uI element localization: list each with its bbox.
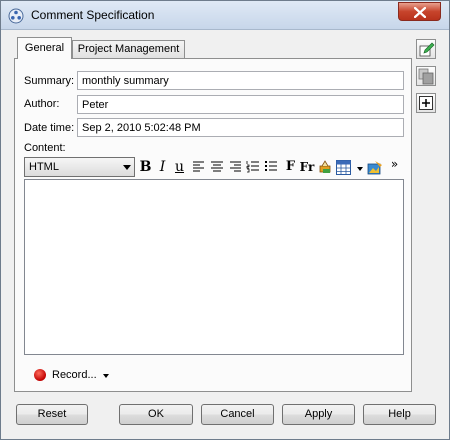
- italic-button[interactable]: I: [155, 157, 170, 177]
- close-button[interactable]: [398, 2, 441, 21]
- side-add-button[interactable]: [416, 93, 436, 113]
- font-button[interactable]: F: [283, 157, 298, 177]
- unordered-list-icon[interactable]: [264, 160, 278, 173]
- chevron-down-icon[interactable]: [103, 374, 109, 378]
- edit-icon: [419, 42, 435, 57]
- ok-button[interactable]: OK: [119, 404, 193, 425]
- record-button[interactable]: Record...: [52, 369, 97, 381]
- datetime-label: Date time:: [24, 122, 75, 134]
- content-editor[interactable]: [24, 179, 404, 355]
- tab-project-management[interactable]: Project Management: [72, 40, 185, 58]
- font-size-button[interactable]: Fr: [298, 157, 316, 177]
- bold-button[interactable]: B: [138, 157, 153, 177]
- side-edit-button[interactable]: [416, 39, 436, 59]
- format-select-value: HTML: [29, 161, 59, 173]
- table-dropdown-arrow[interactable]: [357, 167, 363, 171]
- underline-button[interactable]: u: [172, 157, 187, 177]
- insert-image-icon[interactable]: [367, 160, 383, 175]
- tab-general[interactable]: General: [17, 37, 72, 59]
- align-center-icon[interactable]: [210, 160, 224, 173]
- gear-cluster-icon: [8, 8, 24, 24]
- more-tools-button[interactable]: »: [387, 157, 402, 177]
- ordered-list-icon[interactable]: [246, 160, 260, 173]
- author-field[interactable]: Peter: [77, 95, 404, 114]
- align-left-icon[interactable]: [192, 160, 206, 173]
- format-select[interactable]: HTML: [24, 157, 135, 177]
- window-title: Comment Specification: [31, 8, 155, 22]
- chevron-down-icon: [123, 165, 131, 170]
- cancel-button[interactable]: Cancel: [201, 404, 274, 425]
- content-label: Content:: [24, 142, 66, 154]
- tab-project-management-label: Project Management: [77, 43, 180, 55]
- add-icon: [419, 96, 433, 110]
- author-label: Author:: [24, 98, 60, 110]
- summary-field[interactable]: monthly summary: [77, 71, 404, 90]
- align-right-icon[interactable]: [228, 160, 242, 173]
- side-copy-button[interactable]: [416, 66, 436, 86]
- summary-label: Summary:: [24, 75, 75, 87]
- insert-table-icon[interactable]: [336, 160, 351, 175]
- title-bar[interactable]: Comment Specification: [1, 1, 449, 30]
- help-button[interactable]: Help: [363, 404, 436, 425]
- record-icon[interactable]: [34, 369, 46, 381]
- datetime-field[interactable]: Sep 2, 2010 5:02:48 PM: [77, 118, 404, 137]
- dialog-window: Comment Specification General Project Ma…: [0, 0, 450, 440]
- apply-button[interactable]: Apply: [282, 404, 355, 425]
- copy-icon: [418, 68, 434, 85]
- highlight-icon[interactable]: [318, 160, 332, 174]
- reset-button[interactable]: Reset: [16, 404, 88, 425]
- close-icon: [414, 7, 426, 18]
- tab-general-label: General: [24, 42, 65, 54]
